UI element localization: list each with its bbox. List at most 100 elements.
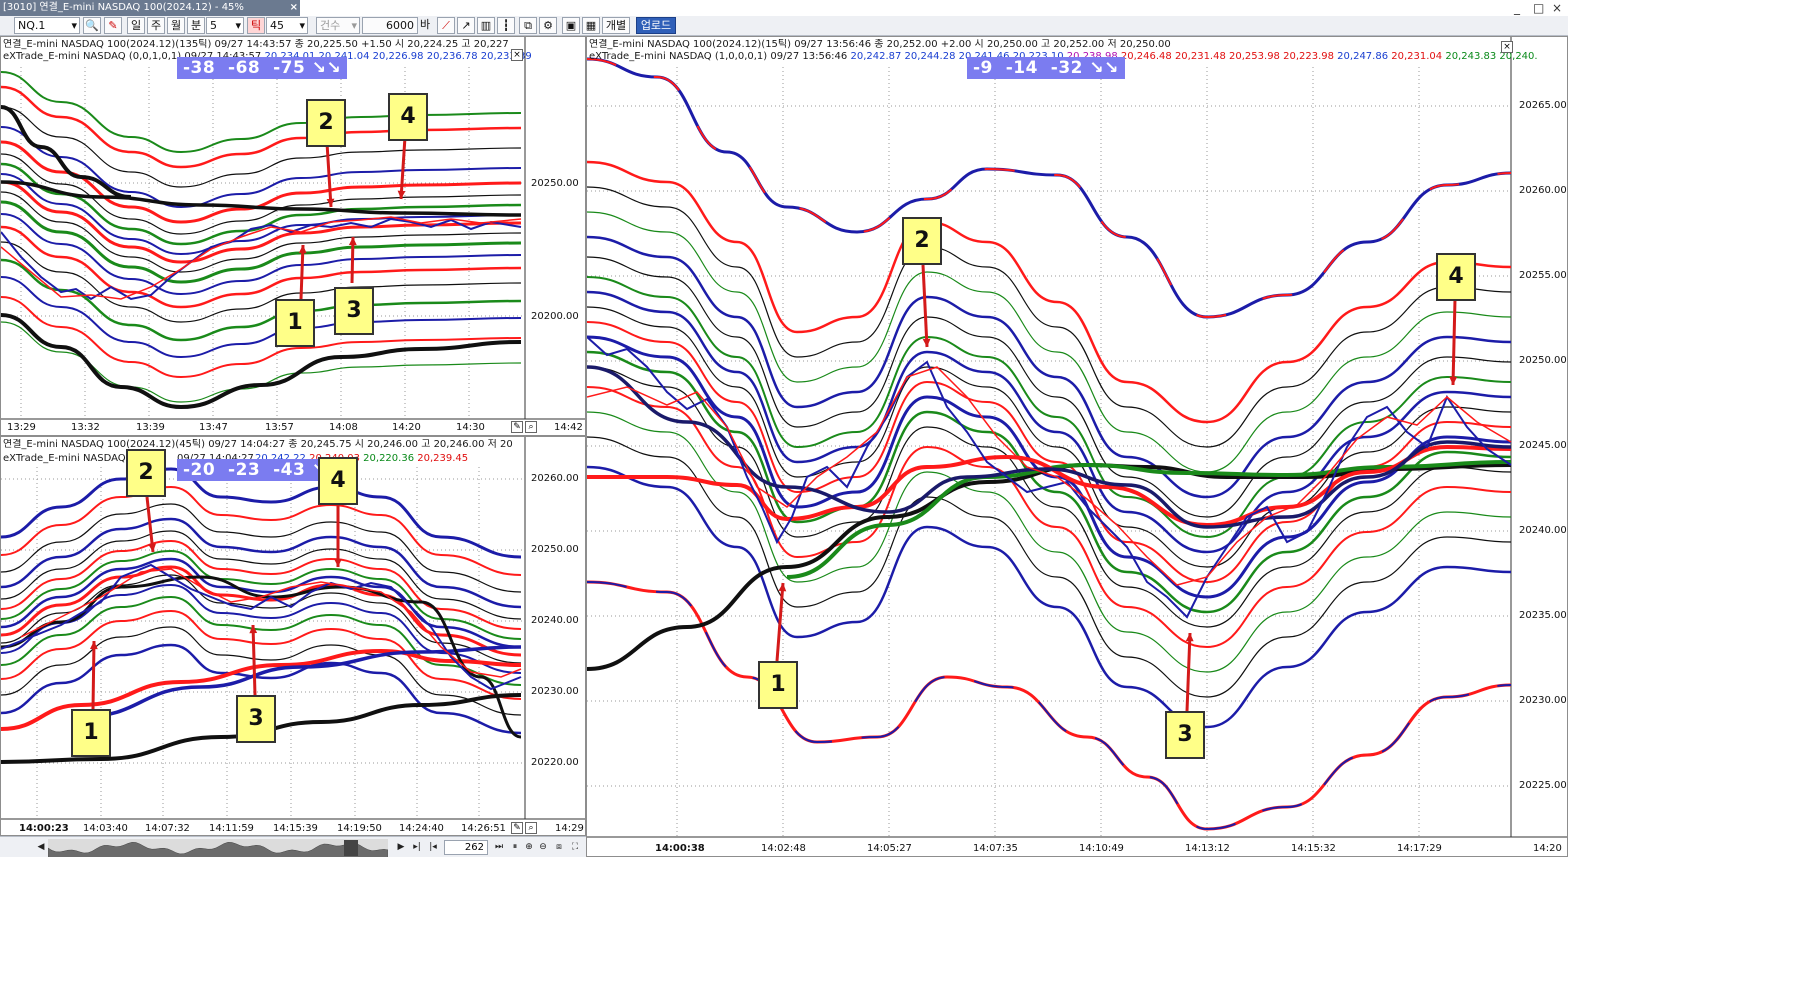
app-window: [3010] 연결_E-mini NASDAQ 100(2024.12) - 4… <box>0 0 1568 857</box>
band-line <box>587 580 1512 831</box>
edit-icon[interactable]: ✎ <box>511 421 523 433</box>
month-button[interactable]: 월 <box>167 17 185 34</box>
band-line <box>587 58 1512 319</box>
y-tick-label: 20260.00 <box>531 473 579 484</box>
band-line <box>587 186 1512 448</box>
step-back-icon[interactable]: |◂ <box>426 840 440 854</box>
scroll-right-icon[interactable]: ▶ <box>394 840 408 854</box>
zoom-out-icon[interactable]: ⊖ <box>536 840 550 854</box>
zoom-icon[interactable]: ⌕ <box>525 421 537 433</box>
x-tick-label: 13:29 <box>7 422 36 433</box>
indicator-value: 20,243.83 <box>1442 51 1497 62</box>
y-tick-label: 20225.00 <box>1519 780 1567 791</box>
y-tick-label: 20235.00 <box>1519 610 1567 621</box>
callout-box: 4 <box>1436 253 1476 301</box>
minute-value: 5 <box>210 19 217 32</box>
document-tab[interactable]: [3010] 연결_E-mini NASDAQ 100(2024.12) - 4… <box>0 0 300 16</box>
zoom-in-icon[interactable]: ⊕ <box>522 840 536 854</box>
tick-button[interactable]: 틱 <box>247 17 265 34</box>
callout-arrowhead <box>778 583 787 592</box>
close-tab-icon[interactable]: × <box>290 0 298 16</box>
y-tick-label: 20250.00 <box>531 178 579 189</box>
callout-arrow <box>299 244 305 300</box>
tick-value-select[interactable]: 45 ▾ <box>266 17 308 34</box>
panel-header: 연결_E-mini NASDAQ 100(2024.12)(135틱) 09/2… <box>3 39 509 50</box>
search-icon[interactable]: 🔍 <box>83 17 101 34</box>
chart-right[interactable] <box>587 37 1568 857</box>
week-button[interactable]: 주 <box>147 17 165 34</box>
indicator-name: eXTrade_E-mini NASDAQ (1,0,0,0,1) 09/27 … <box>589 51 848 62</box>
pause-icon[interactable]: ⏸ <box>508 840 522 854</box>
band-line <box>587 365 1512 529</box>
x-tick-label: 13:39 <box>136 422 165 433</box>
bar-chart-icon[interactable]: ▥ <box>477 17 495 34</box>
callout-arrowhead <box>1185 633 1194 642</box>
band-line <box>587 160 1512 424</box>
item-search-icon[interactable]: ✎ <box>104 17 122 34</box>
panel-close-icon[interactable]: × <box>511 49 523 61</box>
signal-badge: -38 -68 -75 ↘↘ <box>177 57 348 79</box>
chart-panel-right[interactable]: 연결_E-mini NASDAQ 100(2024.12)(15틱) 09/27… <box>586 36 1568 857</box>
chevron-down-icon: ▾ <box>351 19 357 32</box>
edit-icon[interactable]: ✎ <box>511 822 523 834</box>
zoom-icon[interactable]: ⌕ <box>525 822 537 834</box>
x-tick-label: 14:13:12 <box>1185 843 1230 854</box>
minute-button[interactable]: 분 <box>187 17 205 34</box>
step-forward-icon[interactable]: ▸| <box>410 840 424 854</box>
indicator-value: 20,231.04 <box>1388 51 1443 62</box>
settings-icon[interactable]: ⚙ <box>539 17 557 34</box>
maximize-button[interactable]: □ <box>1533 1 1544 15</box>
callout-arrow <box>399 136 407 200</box>
chevron-down-icon: ▾ <box>235 19 241 32</box>
x-tick-label: 14:03:40 <box>83 823 128 834</box>
copy-icon[interactable]: ⧉ <box>519 17 537 34</box>
callout-box: 1 <box>275 299 315 347</box>
chevron-down-icon: ▾ <box>71 19 77 32</box>
indicator-value: 20,231.48 <box>1171 51 1226 62</box>
lock-icon[interactable]: ⧈ <box>552 840 566 854</box>
close-button[interactable]: × <box>1552 1 1562 15</box>
individual-button[interactable]: 개별 <box>602 17 630 34</box>
indicator-value: 20,223.98 <box>1279 51 1334 62</box>
callout-arrow <box>325 142 333 208</box>
panel-header: 연결_E-mini NASDAQ 100(2024.12)(15틱) 09/27… <box>589 39 1171 50</box>
expand-icon[interactable]: ⛶ <box>568 840 582 854</box>
upload-button[interactable]: 업로드 <box>636 17 676 34</box>
indicator-value: 20,236.78 <box>423 51 478 62</box>
indicator-value: 20,220.36 <box>359 453 415 464</box>
band-line <box>1 258 522 342</box>
x-tick-label: 14:00:38 <box>655 843 705 854</box>
indicator-value: 20,246.48 <box>1117 51 1172 62</box>
bar-count-input[interactable]: 262 <box>444 840 488 855</box>
count-select[interactable]: 건수 ▾ <box>316 17 360 34</box>
trend-icon[interactable]: ↗ <box>457 17 475 34</box>
item-code-select[interactable]: NQ.1 ▾ <box>14 17 80 34</box>
indicator-value: 20,244.28 <box>901 51 956 62</box>
callout-box: 1 <box>758 661 798 709</box>
last-icon[interactable]: ⏭ <box>492 840 506 854</box>
line-chart-icon[interactable]: ⟋ <box>437 17 455 34</box>
chart-panel-bottom-left[interactable]: 연결_E-mini NASDAQ 100(2024.12)(45틱) 09/27… <box>0 436 586 836</box>
candle-icon[interactable]: ┇ <box>497 17 515 34</box>
overview-scroller[interactable] <box>48 839 388 857</box>
grid-icon[interactable]: ▦ <box>582 17 600 34</box>
callout-arrowhead <box>298 245 307 254</box>
x-tick-label: 14:07:32 <box>145 823 190 834</box>
minute-value-select[interactable]: 5 ▾ <box>206 17 244 34</box>
callout-arrow <box>1185 632 1192 712</box>
indicator-value: 20,239.45 <box>414 453 469 464</box>
scroll-left-icon[interactable]: ◀ <box>34 840 48 854</box>
screen-icon[interactable]: ▣ <box>562 17 580 34</box>
minimize-button[interactable]: _ <box>1514 1 1520 15</box>
band-line <box>1 85 522 169</box>
band-line <box>80 645 522 719</box>
chart-top-left[interactable] <box>1 37 586 436</box>
title-bar: [3010] 연결_E-mini NASDAQ 100(2024.12) - 4… <box>0 0 1568 16</box>
count-input[interactable]: 6000 <box>362 17 418 34</box>
x-tick-label: 14:00:23 <box>19 823 69 834</box>
chart-bottom-left[interactable] <box>1 437 586 836</box>
day-button[interactable]: 일 <box>127 17 145 34</box>
chart-panel-top-left[interactable]: 연결_E-mini NASDAQ 100(2024.12)(135틱) 09/2… <box>0 36 586 436</box>
panel-close-icon[interactable]: × <box>1501 41 1513 53</box>
indicator-name: eXTrade_E-mini NASDAQ <box>3 453 126 464</box>
